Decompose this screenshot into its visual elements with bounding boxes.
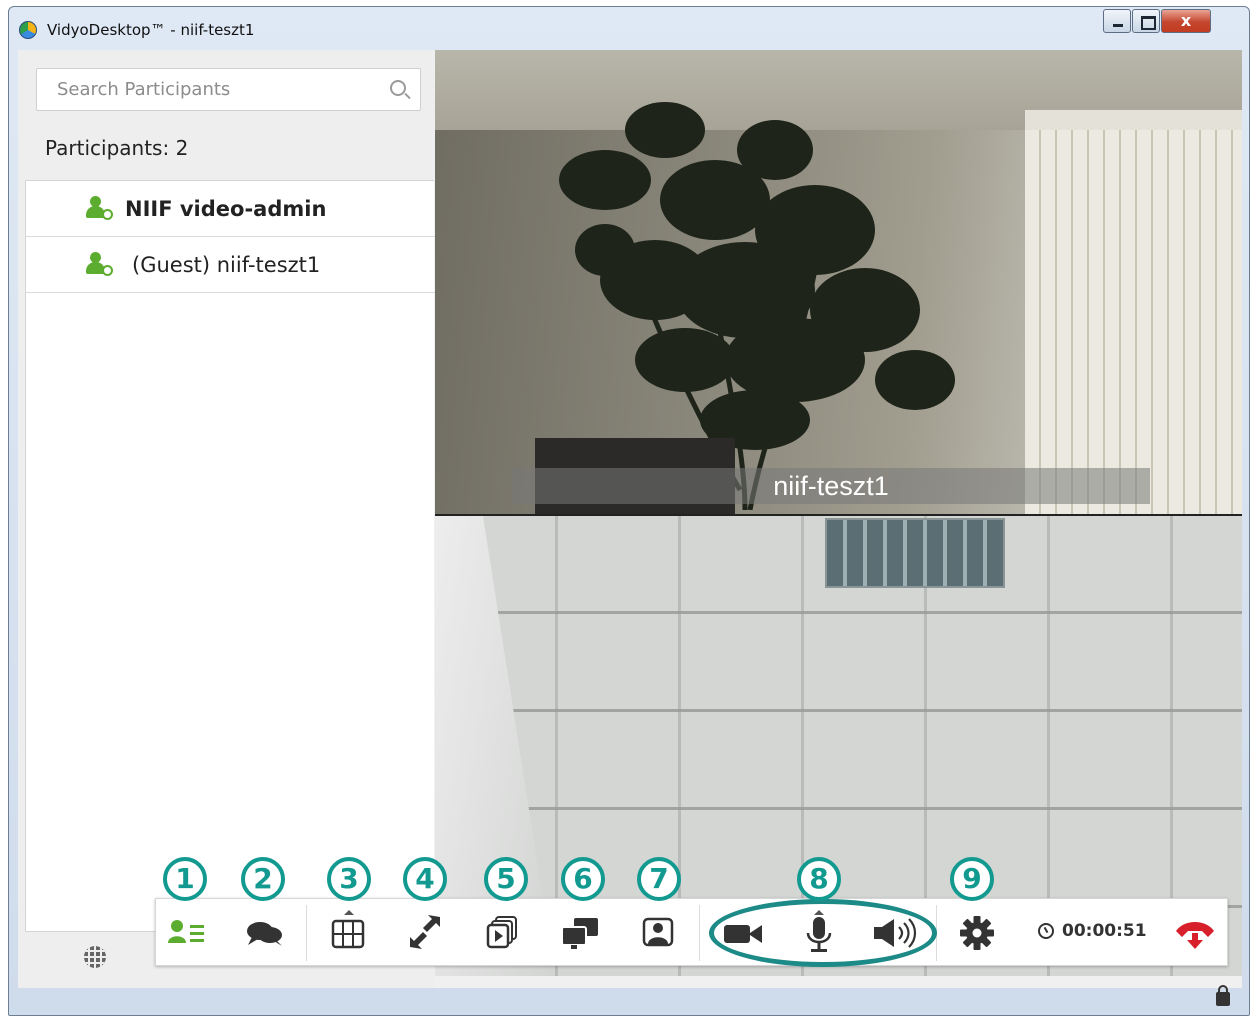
chat-icon	[247, 922, 282, 946]
fullscreen-icon	[410, 915, 440, 949]
self-view-icon	[642, 917, 674, 947]
remote-video-tile[interactable]: niif-teszt1	[435, 50, 1242, 514]
toolbar-separator	[699, 905, 700, 961]
layout-button[interactable]	[322, 907, 376, 959]
multi-screen-icon	[561, 918, 598, 949]
toolbar-separator	[306, 905, 307, 961]
participants-count: Participants: 2	[45, 136, 189, 160]
remote-video-window-blinds	[1025, 130, 1242, 514]
participants-toggle-button[interactable]	[160, 907, 214, 959]
search-input[interactable]	[37, 69, 377, 110]
close-button[interactable]: x	[1161, 9, 1211, 33]
window-title: VidyoDesktop™ - niif-teszt1	[47, 21, 255, 39]
user-online-icon	[86, 252, 114, 278]
lock-icon	[1216, 985, 1230, 1006]
callout-9: 9	[950, 857, 994, 901]
callout-5: 5	[484, 857, 528, 901]
participant-row[interactable]: NIIF video-admin	[26, 181, 435, 237]
callout-1: 1	[163, 857, 207, 901]
globe-icon[interactable]	[84, 946, 106, 968]
share-content-button[interactable]	[476, 907, 530, 959]
participant-list[interactable]: NIIF video-admin (Guest) niif-teszt1	[25, 180, 435, 932]
self-view-ceiling-light	[825, 518, 1005, 588]
search-icon[interactable]	[390, 80, 406, 96]
participant-row[interactable]: (Guest) niif-teszt1	[26, 237, 435, 293]
window-client-area: Participants: 2 NIIF video-admin (Guest)…	[18, 50, 1242, 988]
video-area: niif-teszt1	[435, 50, 1242, 976]
callout-4: 4	[403, 857, 447, 901]
settings-gear-icon	[960, 916, 994, 950]
call-duration: 00:00:51	[1062, 921, 1147, 941]
timer-icon	[1038, 923, 1054, 939]
participant-name: NIIF video-admin	[125, 197, 327, 221]
fullscreen-button[interactable]	[398, 907, 452, 959]
chat-button[interactable]	[238, 907, 292, 959]
vidyo-app-icon	[19, 21, 37, 39]
minimize-button[interactable]	[1103, 9, 1131, 33]
callout-2: 2	[241, 857, 285, 901]
hangup-button[interactable]	[1168, 907, 1222, 959]
hangup-icon	[1176, 922, 1214, 949]
layout-grid-icon	[331, 919, 365, 949]
remote-participant-name: niif-teszt1	[773, 471, 889, 501]
callout-6: 6	[561, 857, 605, 901]
share-content-icon	[486, 916, 517, 949]
multi-screen-button[interactable]	[554, 907, 608, 959]
self-view-button[interactable]	[632, 907, 686, 959]
settings-button[interactable]	[950, 907, 1004, 959]
callout-7: 7	[637, 857, 681, 901]
remote-name-overlay: niif-teszt1	[512, 468, 1150, 504]
maximize-button[interactable]	[1132, 9, 1160, 33]
participants-icon	[168, 920, 204, 943]
participants-panel: Participants: 2 NIIF video-admin (Guest)…	[18, 50, 435, 988]
av-controls-highlight-ring	[709, 899, 937, 967]
search-box[interactable]	[36, 68, 421, 111]
participant-name: (Guest) niif-teszt1	[132, 253, 321, 277]
user-online-icon	[86, 196, 114, 222]
title-bar[interactable]: VidyoDesktop™ - niif-teszt1 x	[9, 7, 1249, 47]
close-icon: x	[1180, 11, 1192, 30]
callout-8: 8	[797, 857, 841, 901]
call-toolbar: 00:00:51	[155, 898, 1228, 966]
callout-3: 3	[327, 857, 371, 901]
